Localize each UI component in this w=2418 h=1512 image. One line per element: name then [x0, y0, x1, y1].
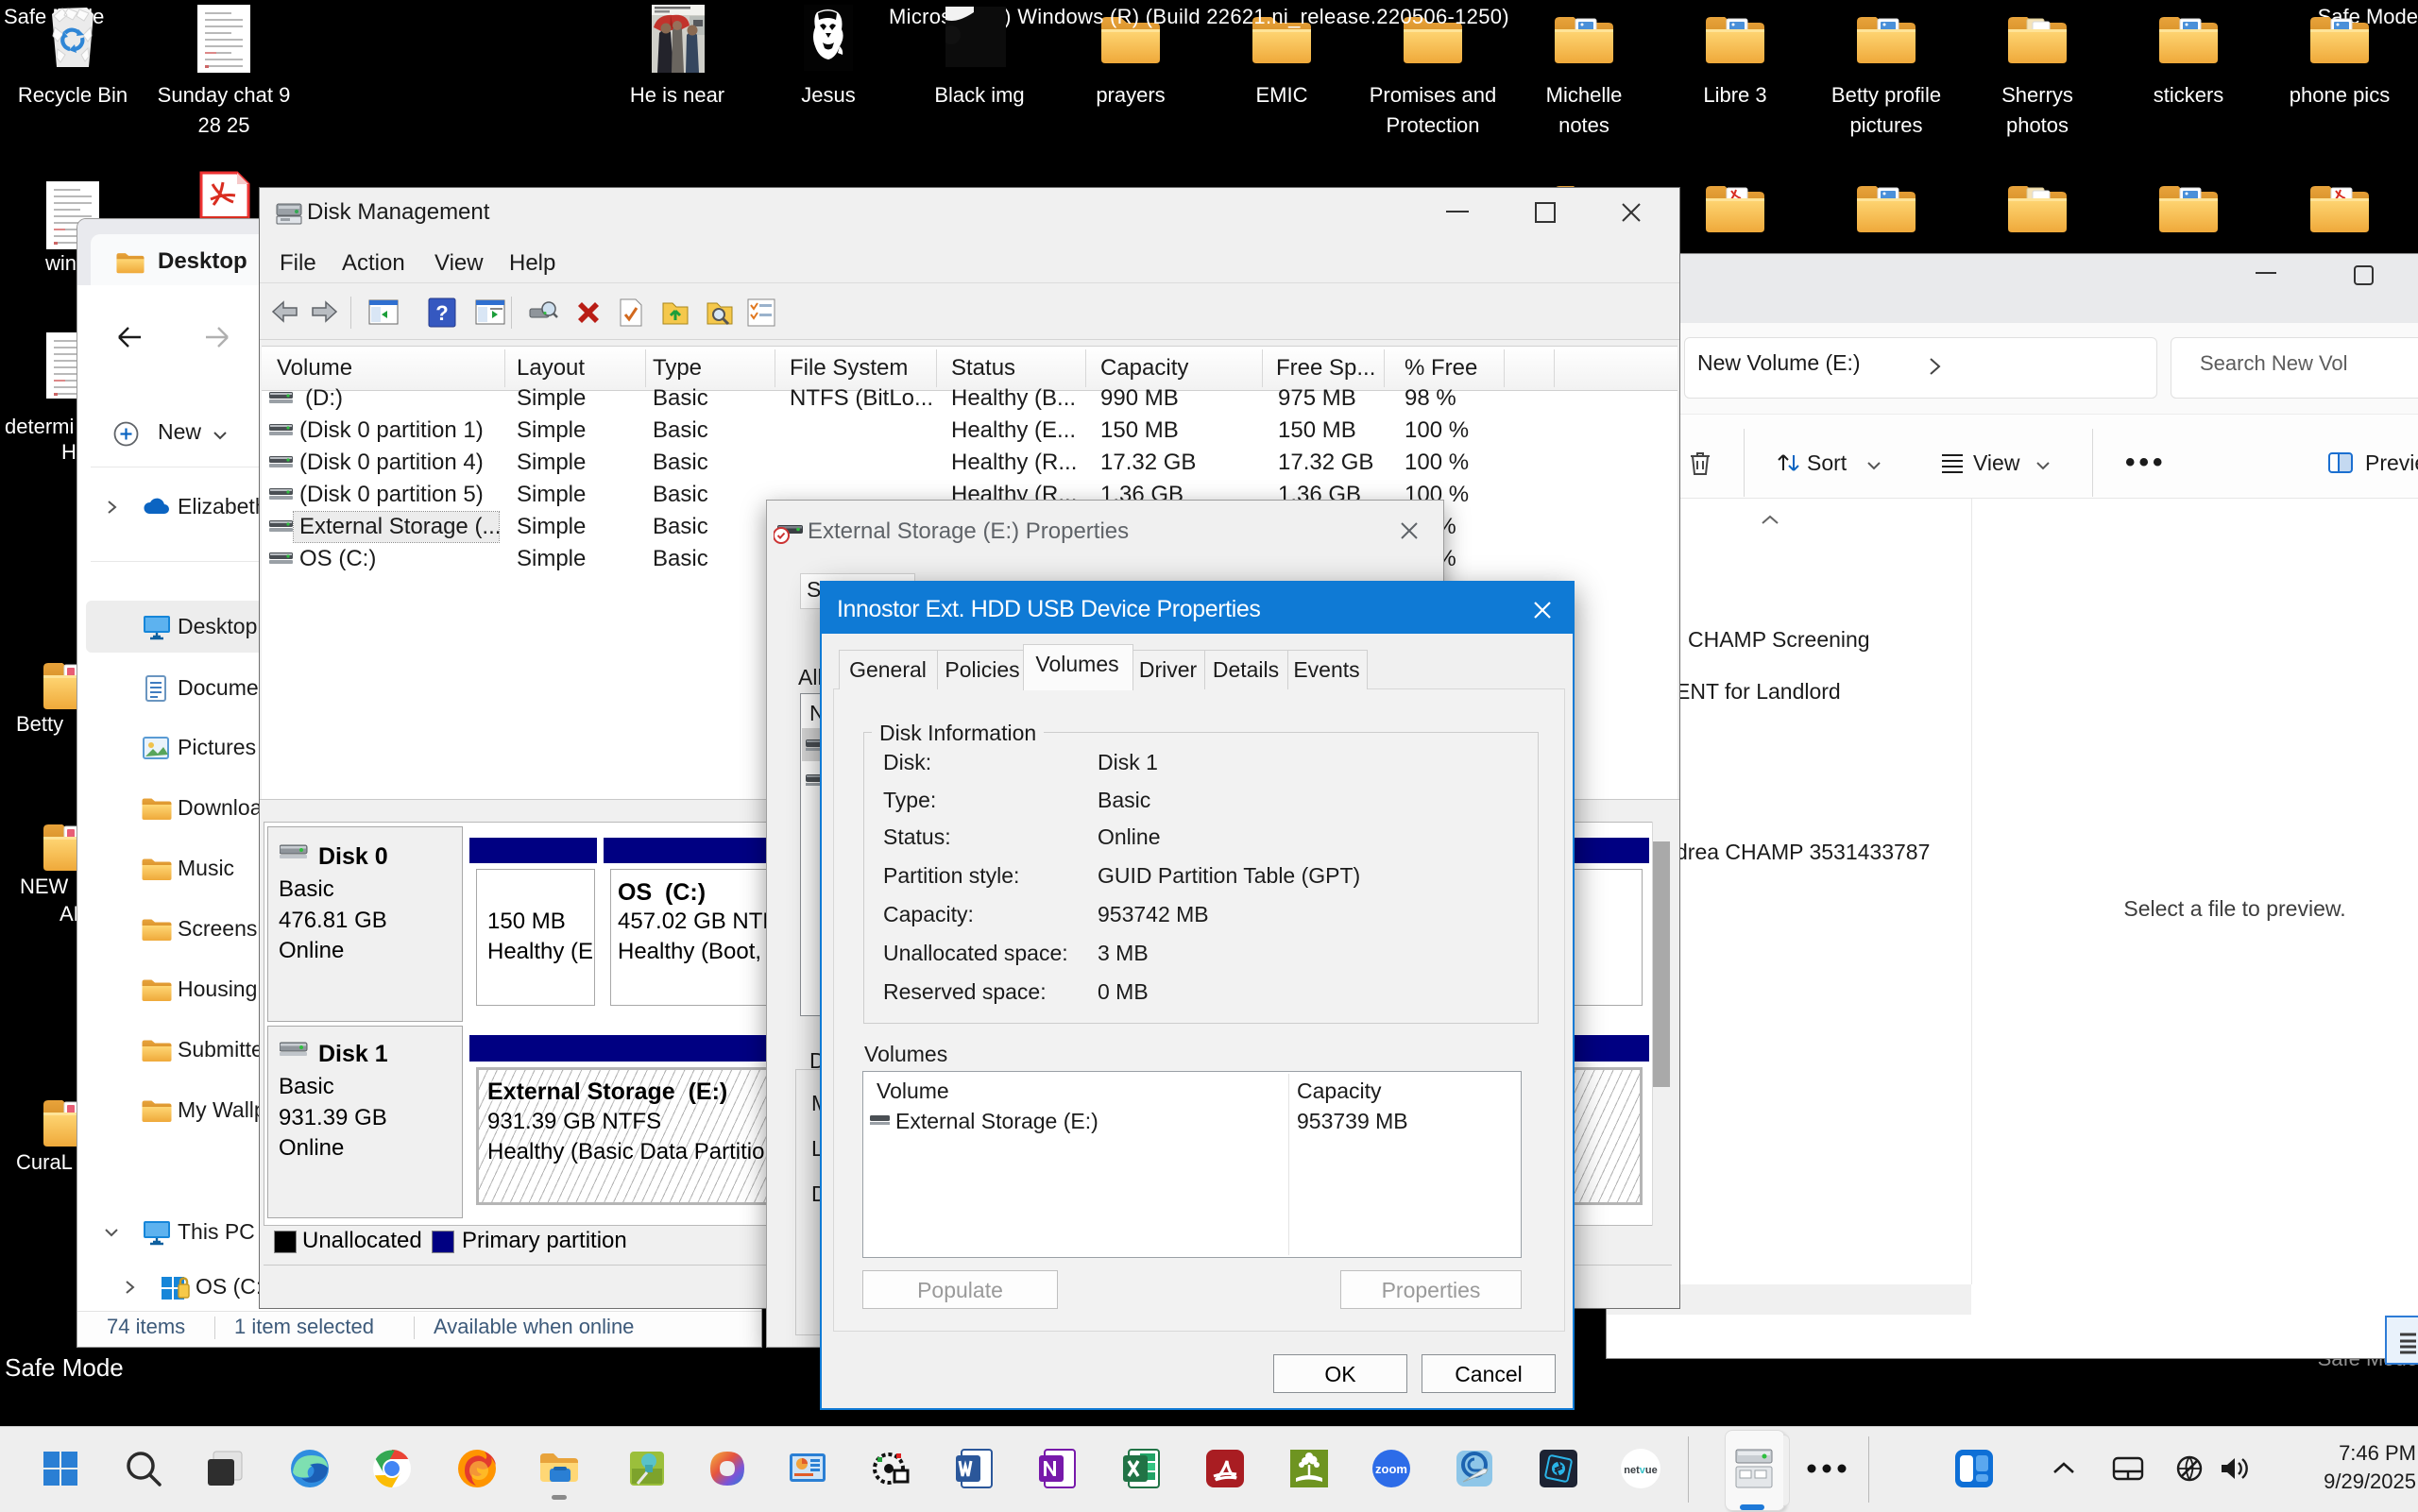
svg-text:netvue: netvue — [1624, 1465, 1657, 1476]
svg-text:?: ? — [435, 301, 448, 325]
svg-text:zoom: zoom — [1375, 1462, 1407, 1476]
